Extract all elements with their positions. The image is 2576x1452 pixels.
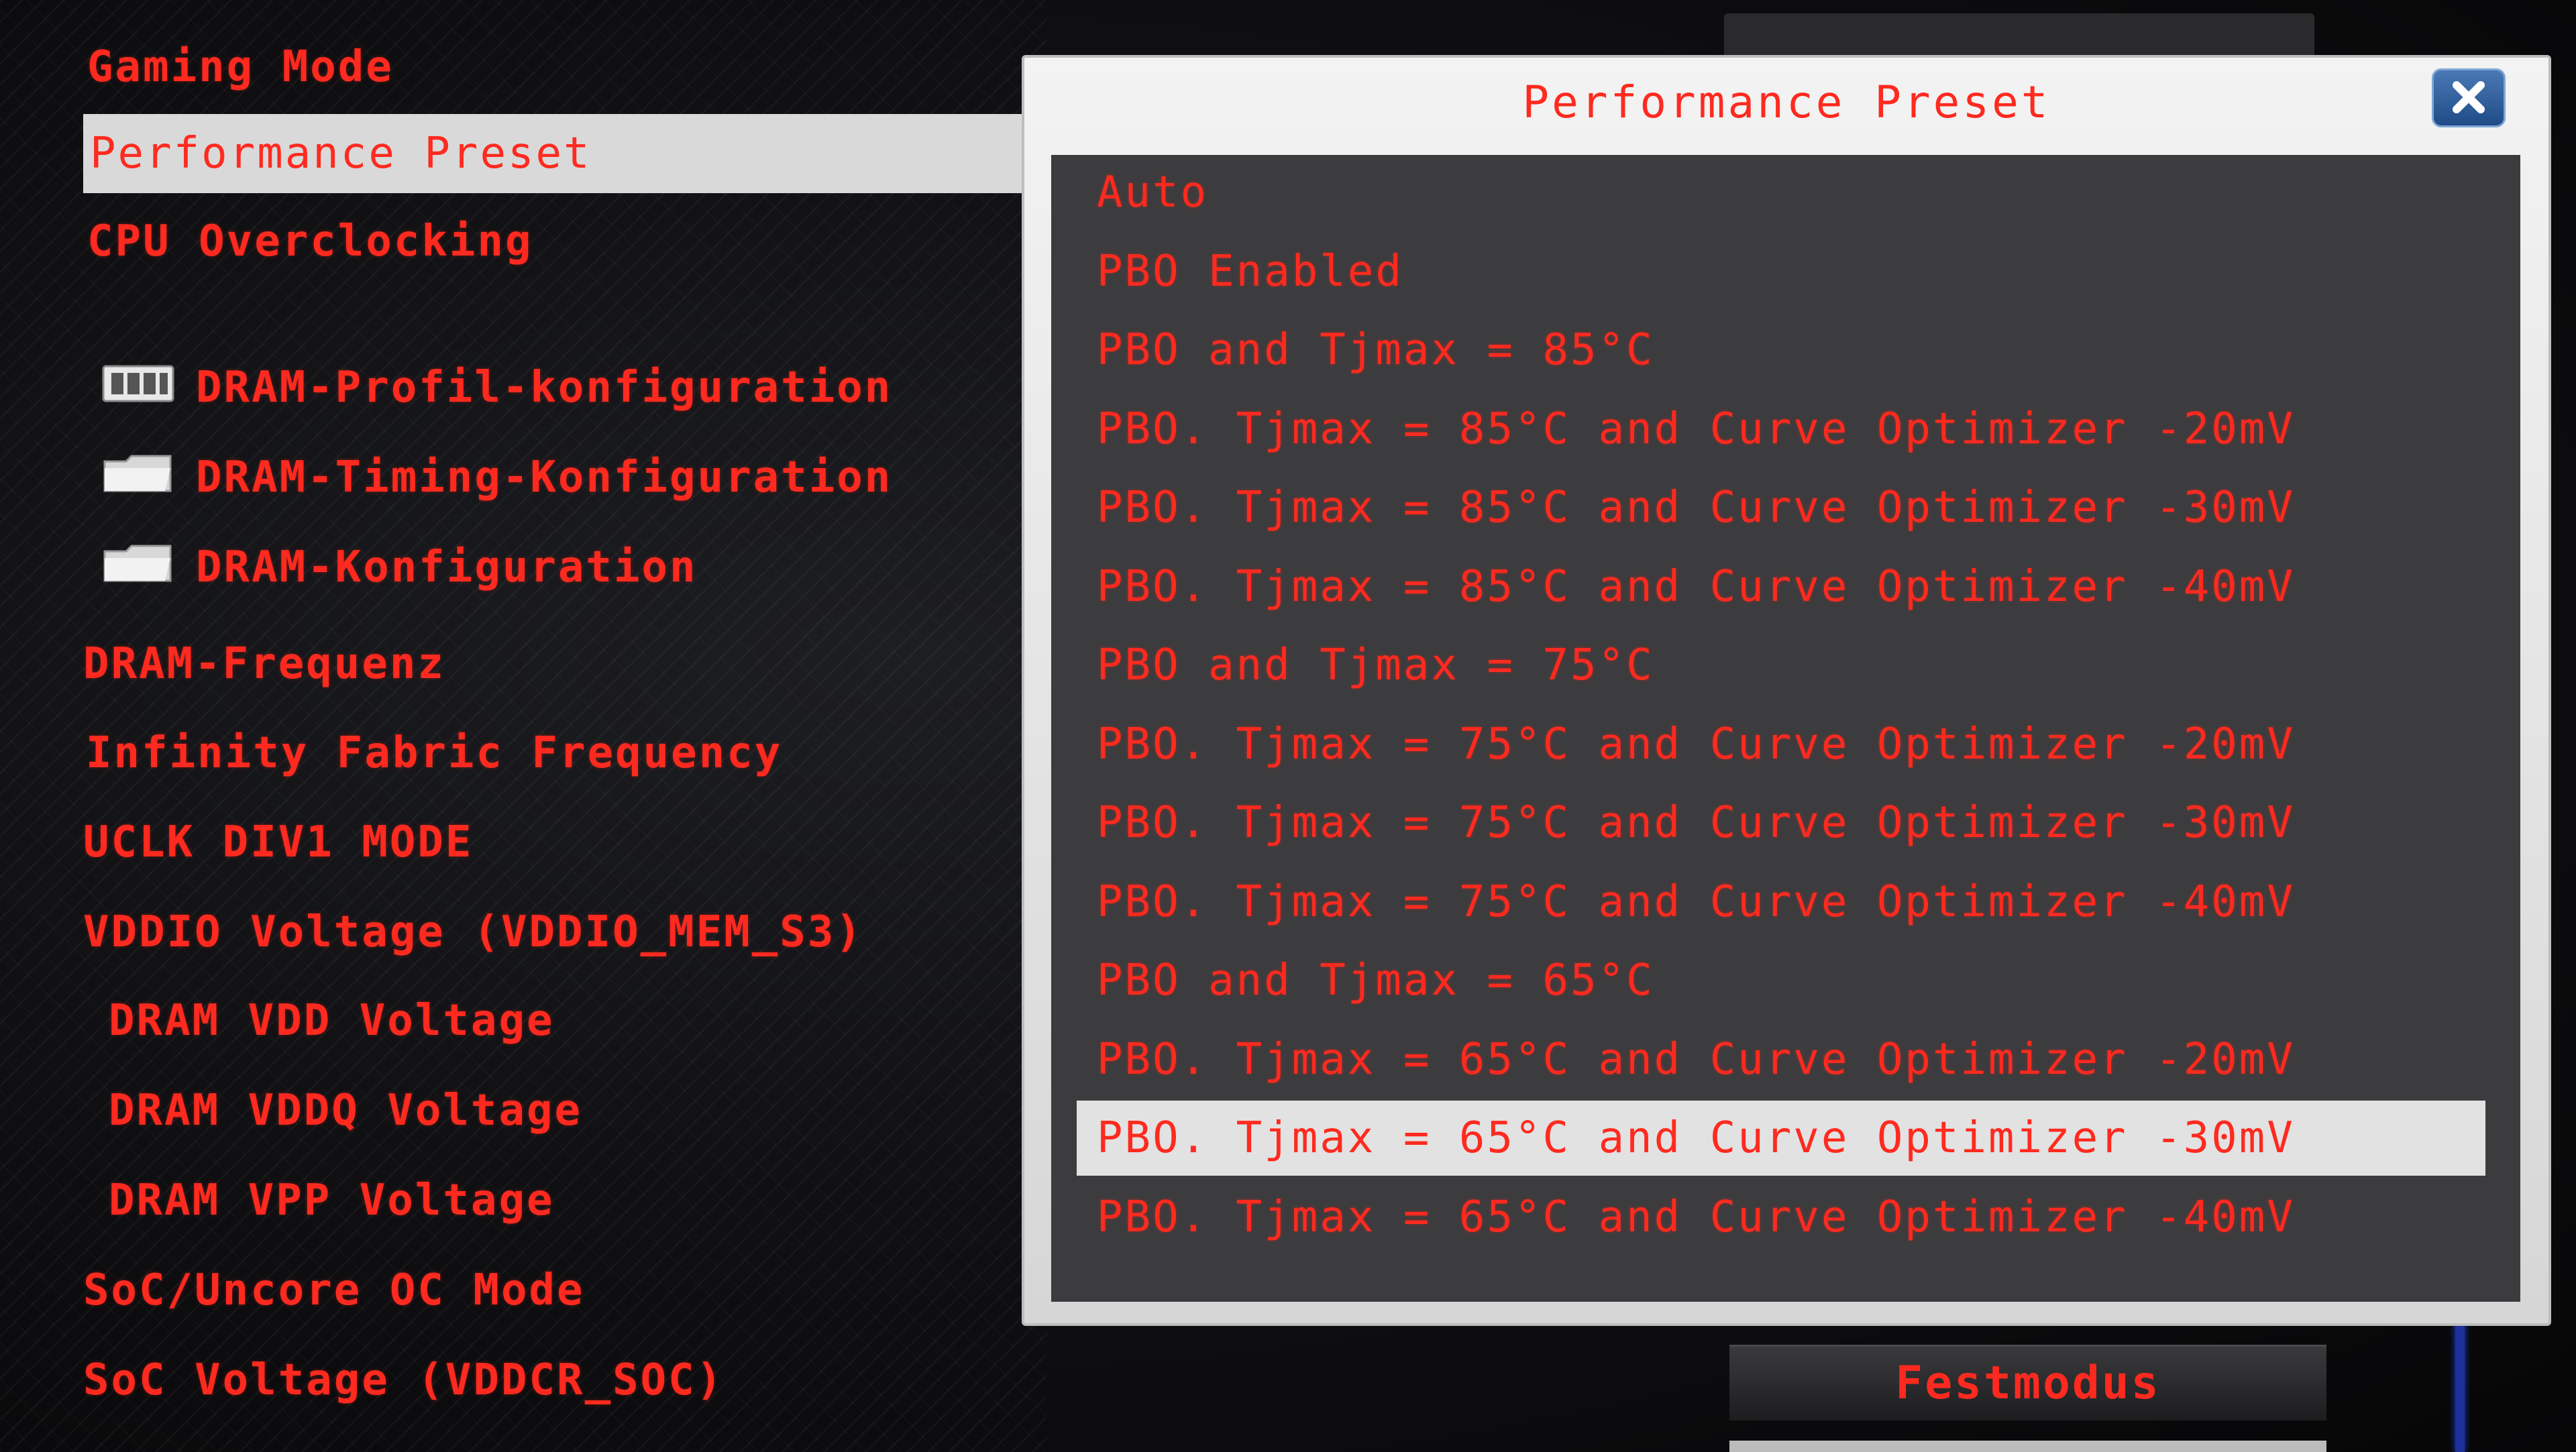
- dialog-title: Performance Preset: [1522, 76, 2051, 128]
- preset-option[interactable]: PBO. Tjmax = 75°C and Curve Optimizer -2…: [1051, 707, 2493, 782]
- menu-item-dram-vddq-voltage[interactable]: DRAM VDDQ Voltage: [109, 1084, 582, 1137]
- menu-item-vddio-voltage[interactable]: VDDIO Voltage (VDDIO_MEM_S3): [83, 905, 863, 959]
- menu-item-label: DRAM-Timing-Konfiguration: [196, 453, 893, 502]
- menu-item-performance-preset[interactable]: Performance Preset: [83, 114, 1022, 193]
- menu-item-dram-frequency[interactable]: DRAM-Frequenz: [83, 637, 445, 691]
- preset-option[interactable]: PBO. Tjmax = 85°C and Curve Optimizer -4…: [1051, 549, 2493, 624]
- menu-item-dram-vdd-voltage[interactable]: DRAM VDD Voltage: [109, 994, 555, 1048]
- memory-profile-icon: [101, 362, 176, 418]
- preset-option[interactable]: PBO. Tjmax = 85°C and Curve Optimizer -2…: [1051, 392, 2493, 467]
- preset-option[interactable]: PBO. Tjmax = 75°C and Curve Optimizer -4…: [1051, 864, 2493, 940]
- fixed-mode-button[interactable]: Festmodus: [1729, 1345, 2326, 1420]
- folder-icon: [101, 452, 176, 508]
- preset-option[interactable]: PBO and Tjmax = 85°C: [1051, 313, 2493, 388]
- menu-item-label: DRAM-Konfiguration: [196, 543, 698, 592]
- menu-item-cpu-overclocking[interactable]: CPU Overclocking: [87, 215, 533, 268]
- menu-item-infinity-fabric-frequency[interactable]: Infinity Fabric Frequency: [86, 726, 782, 780]
- preset-option[interactable]: PBO. Tjmax = 75°C and Curve Optimizer -3…: [1051, 785, 2493, 860]
- folder-icon: [101, 542, 176, 598]
- preset-option-list: Auto PBO Enabled PBO and Tjmax = 85°C PBO. …: [1051, 155, 2520, 1302]
- performance-preset-dialog: Performance Preset Auto PBO Enabled PBO an…: [1022, 55, 2551, 1326]
- bios-screen: Gaming Mode Performance Preset CPU Overc…: [0, 0, 2576, 1452]
- next-field-edge: [1729, 1441, 2326, 1452]
- menu-item-dram-profile-config[interactable]: DRAM-Profil-konfiguration: [101, 361, 892, 418]
- menu-item-dram-vpp-voltage[interactable]: DRAM VPP Voltage: [109, 1174, 555, 1227]
- preset-option[interactable]: Auto: [1051, 155, 2493, 230]
- scroll-indicator: [2455, 1315, 2465, 1452]
- close-button[interactable]: [2432, 68, 2506, 127]
- menu-item-dram-config[interactable]: DRAM-Konfiguration: [101, 541, 698, 598]
- preset-option[interactable]: PBO Enabled: [1051, 234, 2493, 309]
- preset-option[interactable]: PBO and Tjmax = 65°C: [1051, 943, 2493, 1018]
- menu-item-uclk-div1-mode[interactable]: UCLK DIV1 MODE: [83, 816, 473, 869]
- menu-item-soc-uncore-oc-mode[interactable]: SoC/Uncore OC Mode: [83, 1264, 585, 1317]
- preset-option[interactable]: PBO. Tjmax = 65°C and Curve Optimizer -2…: [1051, 1022, 2493, 1097]
- menu-item-label: DRAM-Profil-konfiguration: [196, 363, 893, 412]
- preset-option[interactable]: PBO. Tjmax = 85°C and Curve Optimizer -3…: [1051, 470, 2493, 545]
- preset-option-selected[interactable]: PBO. Tjmax = 65°C and Curve Optimizer -3…: [1077, 1101, 2485, 1176]
- menu-item-dram-timing-config[interactable]: DRAM-Timing-Konfiguration: [101, 451, 892, 508]
- preset-option[interactable]: PBO and Tjmax = 75°C: [1051, 628, 2493, 703]
- menu-item-soc-voltage[interactable]: SoC Voltage (VDDCR_SOC): [83, 1353, 724, 1407]
- preset-option[interactable]: PBO. Tjmax = 65°C and Curve Optimizer -4…: [1051, 1180, 2493, 1255]
- top-right-field: [1724, 13, 2314, 60]
- menu-item-gaming-mode[interactable]: Gaming Mode: [87, 40, 394, 94]
- close-x-icon: [2453, 81, 2485, 113]
